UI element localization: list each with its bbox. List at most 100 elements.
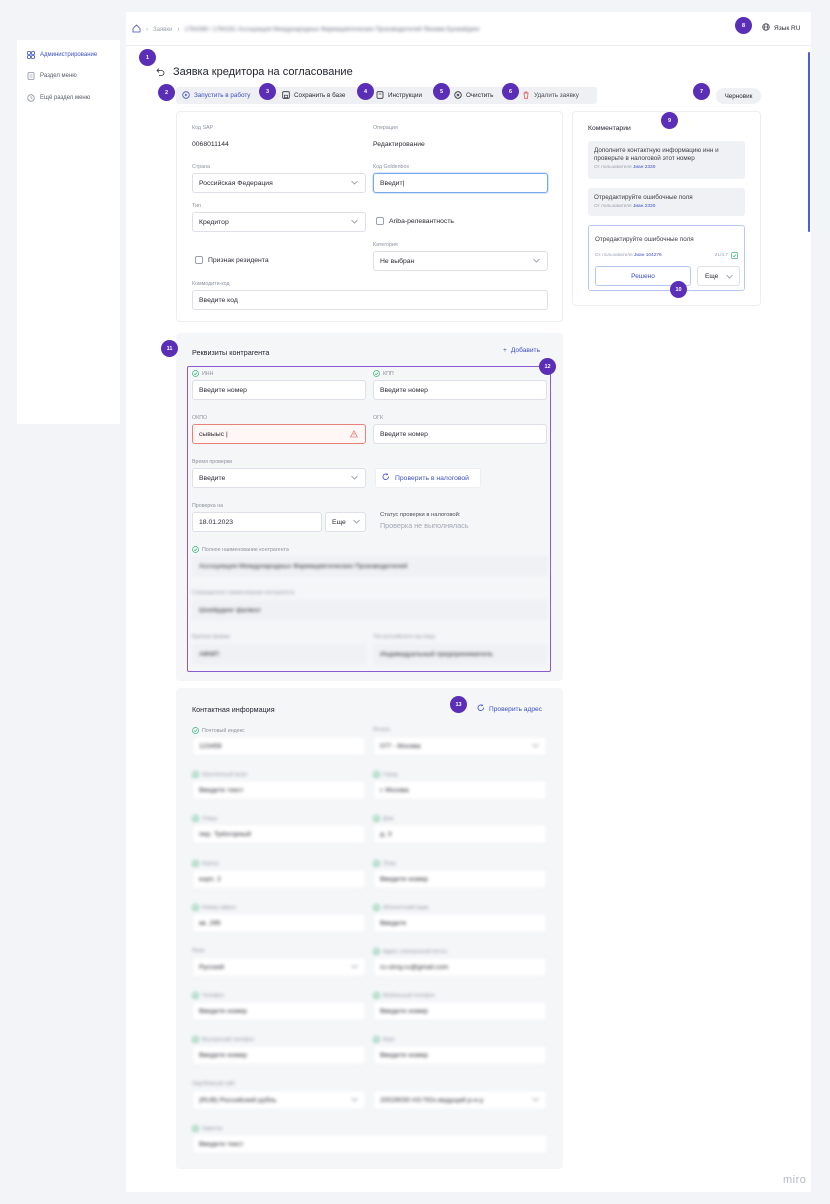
plus-icon: +: [503, 347, 507, 354]
delete-request-button[interactable]: Удалить заявку: [522, 87, 579, 104]
annotation-badge: 8: [735, 17, 752, 34]
save-to-db-button[interactable]: Сохранить в базе: [282, 87, 345, 104]
ogrn-input[interactable]: АФМП: [192, 644, 366, 664]
sidebar-item-label: Ещё раздел меню: [40, 95, 91, 101]
requisites-title: Реквизиты контрагента: [192, 348, 270, 357]
miro-watermark: miro: [783, 1174, 807, 1186]
ariba-checkbox[interactable]: Ariba-релевантность: [376, 217, 454, 225]
check-circle-icon: [373, 948, 380, 955]
contact-field-label: Корпус: [192, 860, 219, 867]
goldenbox-input[interactable]: Введит|: [373, 173, 548, 193]
clear-circle-icon: [454, 90, 462, 101]
contact-field-select[interactable]: (RUB) Российский рубль: [192, 1090, 366, 1110]
full-name-input[interactable]: Ассоциация Международных Фармацевтически…: [192, 556, 548, 576]
contact-field-input[interactable]: д. 3: [373, 824, 547, 844]
contact-field-label-text: Зарубежный сайт: [192, 1081, 236, 1087]
commodity-input[interactable]: Введите код: [192, 290, 548, 310]
check-time-select[interactable]: Введите: [192, 468, 366, 488]
instructions-button[interactable]: Инструкции: [376, 87, 422, 104]
contact-field-label: Этаж: [373, 860, 396, 867]
check-tax-button[interactable]: Проверить в налоговой: [375, 468, 481, 488]
more-label: Еще: [332, 518, 346, 526]
check-tax-label: Проверить в налоговой: [395, 474, 469, 482]
comment-more-dropdown[interactable]: Еще: [697, 266, 740, 286]
type-select[interactable]: Кредитор: [192, 212, 366, 232]
chevron-down-icon: [351, 964, 358, 971]
scrollbar[interactable]: [808, 52, 810, 232]
contact-field-input[interactable]: Введите: [373, 913, 547, 933]
okpo-input[interactable]: сывыыс |: [192, 424, 366, 444]
contact-field-value: Введите текст: [199, 1140, 244, 1148]
contact-field-input[interactable]: 123456: [192, 736, 366, 756]
contact-field-input[interactable]: Введите текст: [192, 780, 366, 800]
back-arrow-icon[interactable]: [156, 67, 165, 78]
contact-field-label: Зарубежный сайт: [192, 1081, 235, 1087]
annotation-badge: 11: [161, 340, 178, 357]
contact-field-label-text: Корпус: [202, 860, 220, 867]
contact-field-label-text: Телефон: [202, 992, 224, 999]
category-select[interactable]: Не выбран: [373, 251, 548, 271]
comment-author[interactable]: Jиан 2330: [633, 204, 655, 209]
language-switcher[interactable]: Язык RU: [762, 23, 800, 33]
annotation-badge: 5: [433, 83, 450, 100]
full-name-label-text: Полное наименование контрагента: [202, 546, 289, 553]
clear-button[interactable]: Очистить: [454, 87, 493, 104]
contact-field-value: Введите номер: [380, 875, 428, 883]
kpp-input[interactable]: Введите номер: [373, 380, 547, 400]
contact-field-label-text: Мобильный телефон: [383, 992, 435, 999]
contact-field-select[interactable]: 077 - Москва: [373, 736, 547, 756]
checkbox-box[interactable]: [195, 256, 203, 264]
contact-field-input[interactable]: г. Москва: [373, 780, 547, 800]
sidebar-item-menu[interactable]: Раздел меню: [27, 72, 77, 80]
contact-field-input[interactable]: корп. 2: [192, 869, 366, 889]
contact-field-input[interactable]: ru-stroy.ru@gmail.com: [373, 957, 547, 977]
contact-field-value: г. Москва: [380, 786, 409, 794]
contact-field-label: Регион: [373, 727, 390, 733]
chevron-down-icon: [532, 743, 539, 750]
ogk-input[interactable]: Введите номер: [373, 424, 547, 444]
annotation-badge: 7: [693, 83, 710, 100]
checkbox-box[interactable]: [376, 217, 384, 225]
comment-author[interactable]: Jиан 104276: [634, 253, 662, 258]
globe-icon: [762, 23, 770, 33]
check-icon: [731, 252, 738, 261]
check-address-button[interactable]: Проверить адрес: [477, 704, 542, 714]
check-date-more-dropdown[interactable]: Еще: [325, 512, 366, 532]
contact-field-label-text: Дом: [383, 815, 394, 822]
warning-icon: [349, 429, 359, 440]
inn-input[interactable]: Введите номер: [192, 380, 366, 400]
contact-field-input[interactable]: Введите номер: [192, 1001, 366, 1021]
contact-field-input[interactable]: пер. Трёхгорный: [192, 824, 366, 844]
delete-label: Удалить заявку: [534, 92, 579, 99]
resident-checkbox[interactable]: Признак резидента: [195, 256, 269, 264]
language-label: Язык RU: [774, 24, 801, 32]
contact-field-input[interactable]: Введите номер: [373, 1045, 547, 1065]
contact-field-input[interactable]: кв. 295: [192, 913, 366, 933]
contact-field-input[interactable]: Введите номер: [192, 1045, 366, 1065]
chevron-down-icon: [351, 475, 358, 482]
start-work-button[interactable]: Запустить в работу: [182, 87, 250, 104]
add-requisite-button[interactable]: + Добавить: [503, 347, 540, 354]
contact-field-value: корп. 2: [199, 875, 221, 883]
home-icon[interactable]: [132, 24, 141, 35]
contact-field-value: Русский: [199, 963, 225, 971]
short-name-input[interactable]: Шоейрдинг фалвол: [192, 600, 548, 620]
comment-author[interactable]: Jиан 2330: [633, 165, 655, 170]
contact-field-select[interactable]: 20029030 НЗ ПОз ведущий р-н-у: [373, 1090, 547, 1110]
contact-field-input[interactable]: Введите номер: [373, 1001, 547, 1021]
contact-field-input[interactable]: Введите номер: [373, 869, 547, 889]
annotation-badge: 13: [450, 696, 467, 713]
country-select[interactable]: Российская Федерация: [192, 173, 366, 193]
sidebar-item-more-menu[interactable]: Ещё раздел меню: [27, 94, 90, 102]
kpp-label: КПП: [373, 370, 394, 377]
legal-form-select[interactable]: Индивидуальный предприниматель: [373, 644, 547, 664]
contact-field-input[interactable]: Введите текст: [192, 1134, 548, 1154]
page-title: Заявка кредитора на согласование: [173, 66, 353, 78]
refresh-icon: [382, 473, 390, 483]
sidebar-item-admin[interactable]: Администрирование: [27, 51, 97, 59]
legal-form-label: Тип российского юр.лица: [373, 634, 436, 640]
breadcrumb-requests[interactable]: Заявки: [153, 27, 172, 33]
contact-field-select[interactable]: Русский: [192, 957, 366, 977]
check-date-input[interactable]: 18.01.2023: [192, 512, 322, 532]
contact-field-value: Введите текст: [199, 786, 244, 794]
